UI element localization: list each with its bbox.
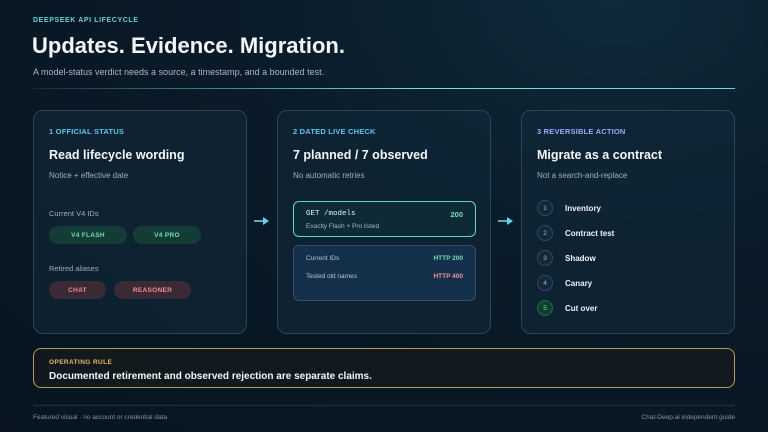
callout-text: Documented retirement and observed rejec… [49,371,372,382]
request-endpoint: GET /models [306,210,356,218]
step-label: Canary [565,278,593,288]
result-label: Tested old names [306,273,357,280]
result-status-ok: HTTP 200 [433,255,463,262]
header-eyebrow: DEEPSEEK API LIFECYCLE [33,17,139,24]
card-eyebrow: 1 OFFICIAL STATUS [49,127,125,136]
arrow-right-icon [498,217,513,225]
retired-alias-pill: REASONER [114,281,191,299]
footer-right-note: Chat-Deep.ai independent guide [641,414,735,421]
request-note: Exactly Flash + Pro listed [306,223,380,230]
card-subtitle: Notice + effective date [49,171,129,180]
page-subtitle: A model-status verdict needs a source, a… [33,67,325,77]
card-dated-live-check: 2 DATED LIVE CHECK 7 planned / 7 observe… [277,110,491,334]
card-eyebrow: 2 DATED LIVE CHECK [293,127,376,136]
request-status: 200 [450,210,463,219]
step-number: 2 [537,225,553,241]
step-label: Inventory [565,203,602,213]
card-official-status: 1 OFFICIAL STATUS Read lifecycle wording… [33,110,247,334]
result-status-error: HTTP 400 [433,273,463,280]
step-number: 1 [537,200,553,216]
retired-alias-pill: CHAT [49,281,106,299]
header-divider [33,88,735,89]
step-label: Contract test [565,228,615,238]
footer-divider [33,405,735,406]
result-label: Current IDs [306,255,340,262]
step-label: Shadow [565,253,596,263]
step-number: 3 [537,250,553,266]
card-title: Read lifecycle wording [49,148,185,162]
footer-left-note: Featured visual · no account or credenti… [33,414,168,421]
request-box: GET /models 200 Exactly Flash + Pro list… [293,201,476,237]
current-ids-label: Current V4 IDs [49,209,99,218]
card-reversible-action: 3 REVERSIBLE ACTION Migrate as a contrac… [521,110,735,334]
card-subtitle: Not a search-and-replace [537,171,628,180]
current-id-pill: V4 PRO [133,226,201,244]
step-number: 4 [537,275,553,291]
step-label: Cut over [565,303,598,313]
operating-rule-callout: OPERATING RULE Documented retirement and… [33,348,735,388]
step-number: 5 [537,300,553,316]
retired-aliases-label: Retired aliases [49,264,99,273]
card-eyebrow: 3 REVERSIBLE ACTION [537,127,626,136]
callout-eyebrow: OPERATING RULE [49,359,113,366]
migration-step: 3 Shadow [537,250,596,266]
migration-step: 1 Inventory [537,200,601,216]
card-subtitle: No automatic retries [293,171,365,180]
migration-step: 2 Contract test [537,225,614,241]
card-title: 7 planned / 7 observed [293,148,428,162]
migration-step: 5 Cut over [537,300,597,316]
card-title: Migrate as a contract [537,148,663,162]
current-id-pill: V4 FLASH [49,226,127,244]
page-title: Updates. Evidence. Migration. [32,33,345,58]
migration-step: 4 Canary [537,275,592,291]
arrow-right-icon [254,217,269,225]
results-box: Current IDs HTTP 200 Tested old names HT… [293,245,476,301]
